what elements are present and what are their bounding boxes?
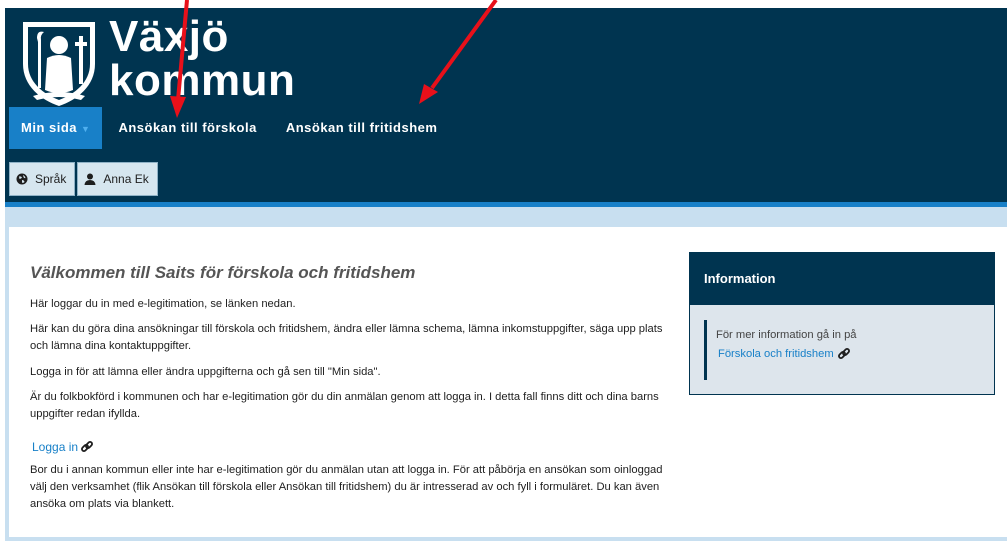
intro-paragraph: Här loggar du in med e-legitimation, se … <box>30 298 296 310</box>
chevron-down-icon: ▼ <box>81 124 91 134</box>
nav-tab-ansokan-forskola[interactable]: Ansökan till förskola <box>106 107 268 149</box>
login-link-label: Logga in <box>32 440 79 454</box>
utility-bar: Språk Anna Ek <box>9 162 158 196</box>
information-panel: Information För mer information gå in på… <box>689 252 995 395</box>
brand-wordmark: Växjö kommun <box>109 12 296 105</box>
coat-of-arms-icon <box>23 22 95 106</box>
information-title: Information <box>690 253 994 305</box>
globe-icon <box>16 173 28 185</box>
resident-paragraph: Är du folkbokförd i kommunen och har e-l… <box>30 391 659 420</box>
user-button[interactable]: Anna Ek <box>77 162 158 196</box>
brand-line-1: Växjö <box>109 12 229 61</box>
information-text: För mer information gå in på <box>716 329 857 341</box>
page-title: Välkommen till Saits för förskola och fr… <box>30 263 416 282</box>
main-nav: Min sida ▼ Ansökan till förskola Ansökan … <box>9 107 449 149</box>
nav-tab-ansokan-fritidshem[interactable]: Ansökan till fritidshem <box>274 107 450 149</box>
vaxjo-logo[interactable]: Växjö kommun <box>17 12 297 110</box>
language-label: Språk <box>35 172 67 186</box>
forskola-fritidshem-link-label: Förskola och fritidshem <box>718 348 834 360</box>
link-icon <box>81 441 94 452</box>
language-button[interactable]: Språk <box>9 162 76 196</box>
login-instruction-paragraph: Logga in för att lämna eller ändra uppgi… <box>30 366 381 378</box>
information-body: För mer information gå in på Förskola oc… <box>704 320 857 380</box>
non-resident-paragraph: Bor du i annan kommun eller inte har e-l… <box>30 464 663 510</box>
nav-tab-min-sida[interactable]: Min sida ▼ <box>9 107 103 149</box>
services-paragraph: Här kan du göra dina ansökningar till fö… <box>30 323 663 352</box>
link-icon <box>837 348 850 359</box>
brand-line-2: kommun <box>109 56 296 105</box>
forskola-fritidshem-link[interactable]: Förskola och fritidshem <box>718 347 857 361</box>
content-top-band <box>5 207 1007 227</box>
nav-tab-label: Min sida <box>21 120 78 135</box>
user-icon <box>84 173 96 185</box>
login-link[interactable]: Logga in <box>32 440 94 454</box>
user-name: Anna Ek <box>103 172 149 186</box>
